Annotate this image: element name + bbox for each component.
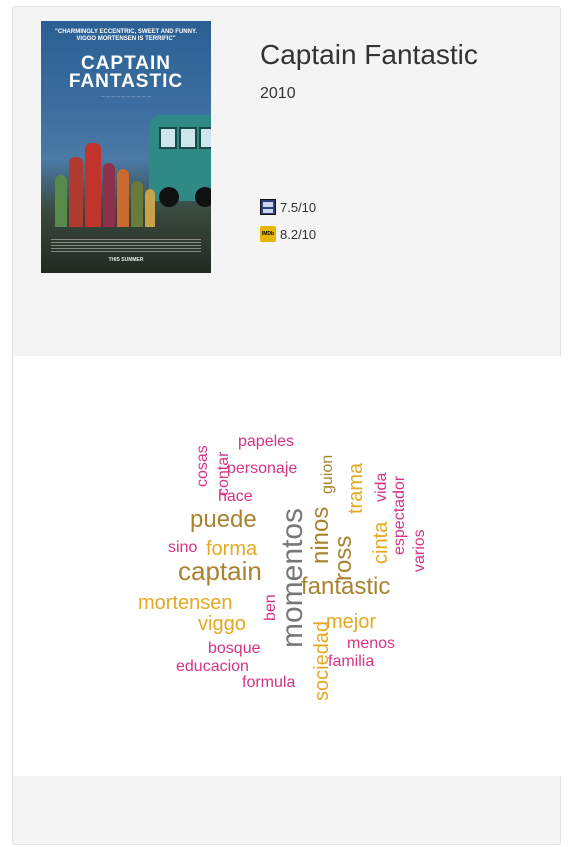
cloud-word: espectador — [391, 475, 408, 555]
movie-poster[interactable]: "CHARMINGLY ECCENTRIC, SWEET AND FUNNY. … — [41, 21, 211, 273]
poster-credits — [51, 239, 201, 253]
cloud-word: educacion — [176, 658, 249, 675]
movie-year: 2010 — [260, 85, 296, 102]
rating-filmaffinity: 7.5/10 — [260, 199, 316, 215]
cloud-word: vida — [373, 473, 390, 502]
cloud-word: hace — [218, 488, 253, 505]
cloud-word: mortensen — [138, 592, 233, 614]
rating-value: 8.2/10 — [280, 226, 317, 242]
cloud-word: cinta — [370, 521, 392, 564]
cloud-word: personaje — [227, 460, 297, 477]
rating-imdb: IMDb 8.2/10 — [260, 226, 316, 242]
cloud-word: captain — [178, 556, 262, 586]
imdb-icon: IMDb — [260, 226, 276, 242]
word-cloud: papeles cosas contar personaje guion tra… — [138, 433, 428, 701]
poster-tagline-mark: — — — — — — — — — — — [100, 93, 151, 98]
movie-title: Captain Fantastic — [260, 39, 478, 70]
cloud-word: papeles — [238, 433, 294, 450]
rating-value: 7.5/10 — [280, 199, 317, 215]
cloud-word: mejor — [326, 611, 376, 633]
cloud-word: cosas — [194, 445, 211, 487]
cloud-word: varios — [411, 529, 428, 572]
cloud-word: formula — [242, 674, 295, 691]
poster-title: CAPTAIN FANTASTIC — [68, 53, 184, 92]
poster-bus-illustration — [149, 115, 211, 207]
poster-people-illustration — [55, 141, 155, 227]
cloud-word: ben — [262, 594, 279, 621]
cloud-word: sino — [168, 539, 197, 556]
cloud-word: viggo — [198, 613, 246, 635]
filmaffinity-icon — [260, 199, 276, 215]
word-cloud-panel: papeles cosas contar personaje guion tra… — [14, 356, 561, 776]
cloud-word: familia — [328, 653, 374, 670]
cloud-word: bosque — [208, 640, 261, 657]
cloud-word: puede — [190, 506, 257, 533]
cloud-word: menos — [347, 635, 395, 652]
cloud-word: guion — [319, 455, 336, 494]
cloud-word: trama — [345, 462, 367, 514]
poster-release: THIS SUMMER — [108, 257, 144, 263]
poster-quote: "CHARMINGLY ECCENTRIC, SWEET AND FUNNY. … — [55, 29, 197, 42]
cloud-word: fantastic — [301, 573, 390, 600]
